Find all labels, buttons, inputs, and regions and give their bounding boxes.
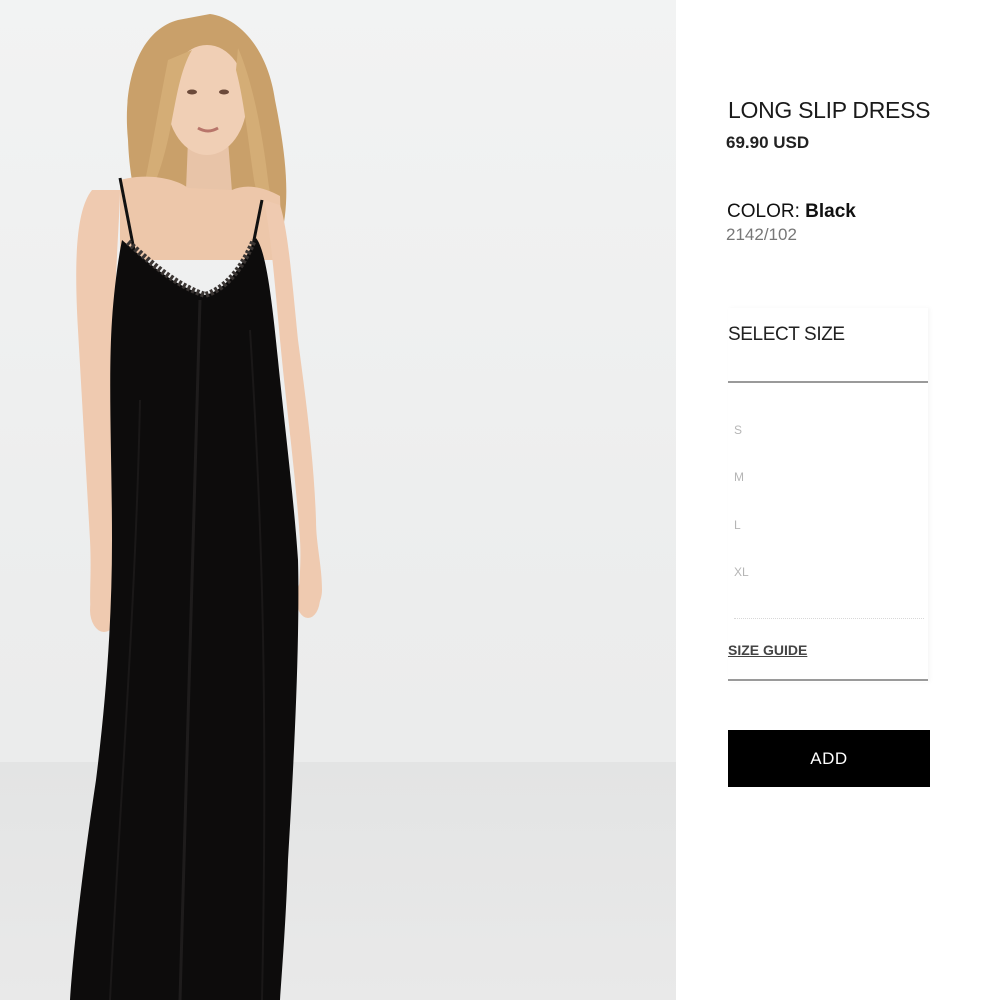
size-option-l[interactable]: L [734,514,914,536]
size-selector: SELECT SIZE S M L XL SIZE GUIDE [728,308,928,682]
color-label: COLOR: [727,201,800,222]
add-to-cart-button[interactable]: ADD [728,730,930,787]
product-title: LONG SLIP DRESS [728,97,931,123]
color-value: Black [805,201,856,222]
product-details-panel: LONG SLIP DRESS 69.90 USD COLOR: Black 2… [676,0,1000,1000]
product-reference: 2142/102 [726,225,797,244]
size-option-s[interactable]: S [734,419,914,441]
product-page: LONG SLIP DRESS 69.90 USD COLOR: Black 2… [0,0,1000,1000]
size-bottom-divider [728,679,928,681]
color-row: COLOR: Black [727,201,856,223]
size-list-divider [734,618,924,619]
select-size-heading[interactable]: SELECT SIZE [728,324,845,346]
product-image [0,0,676,1000]
size-option-m[interactable]: M [734,466,914,488]
size-option-xl[interactable]: XL [734,561,914,583]
size-divider [728,381,928,383]
product-price: 69.90 USD [726,133,810,152]
size-guide-link[interactable]: SIZE GUIDE [728,642,807,658]
model-illustration [70,14,322,1000]
